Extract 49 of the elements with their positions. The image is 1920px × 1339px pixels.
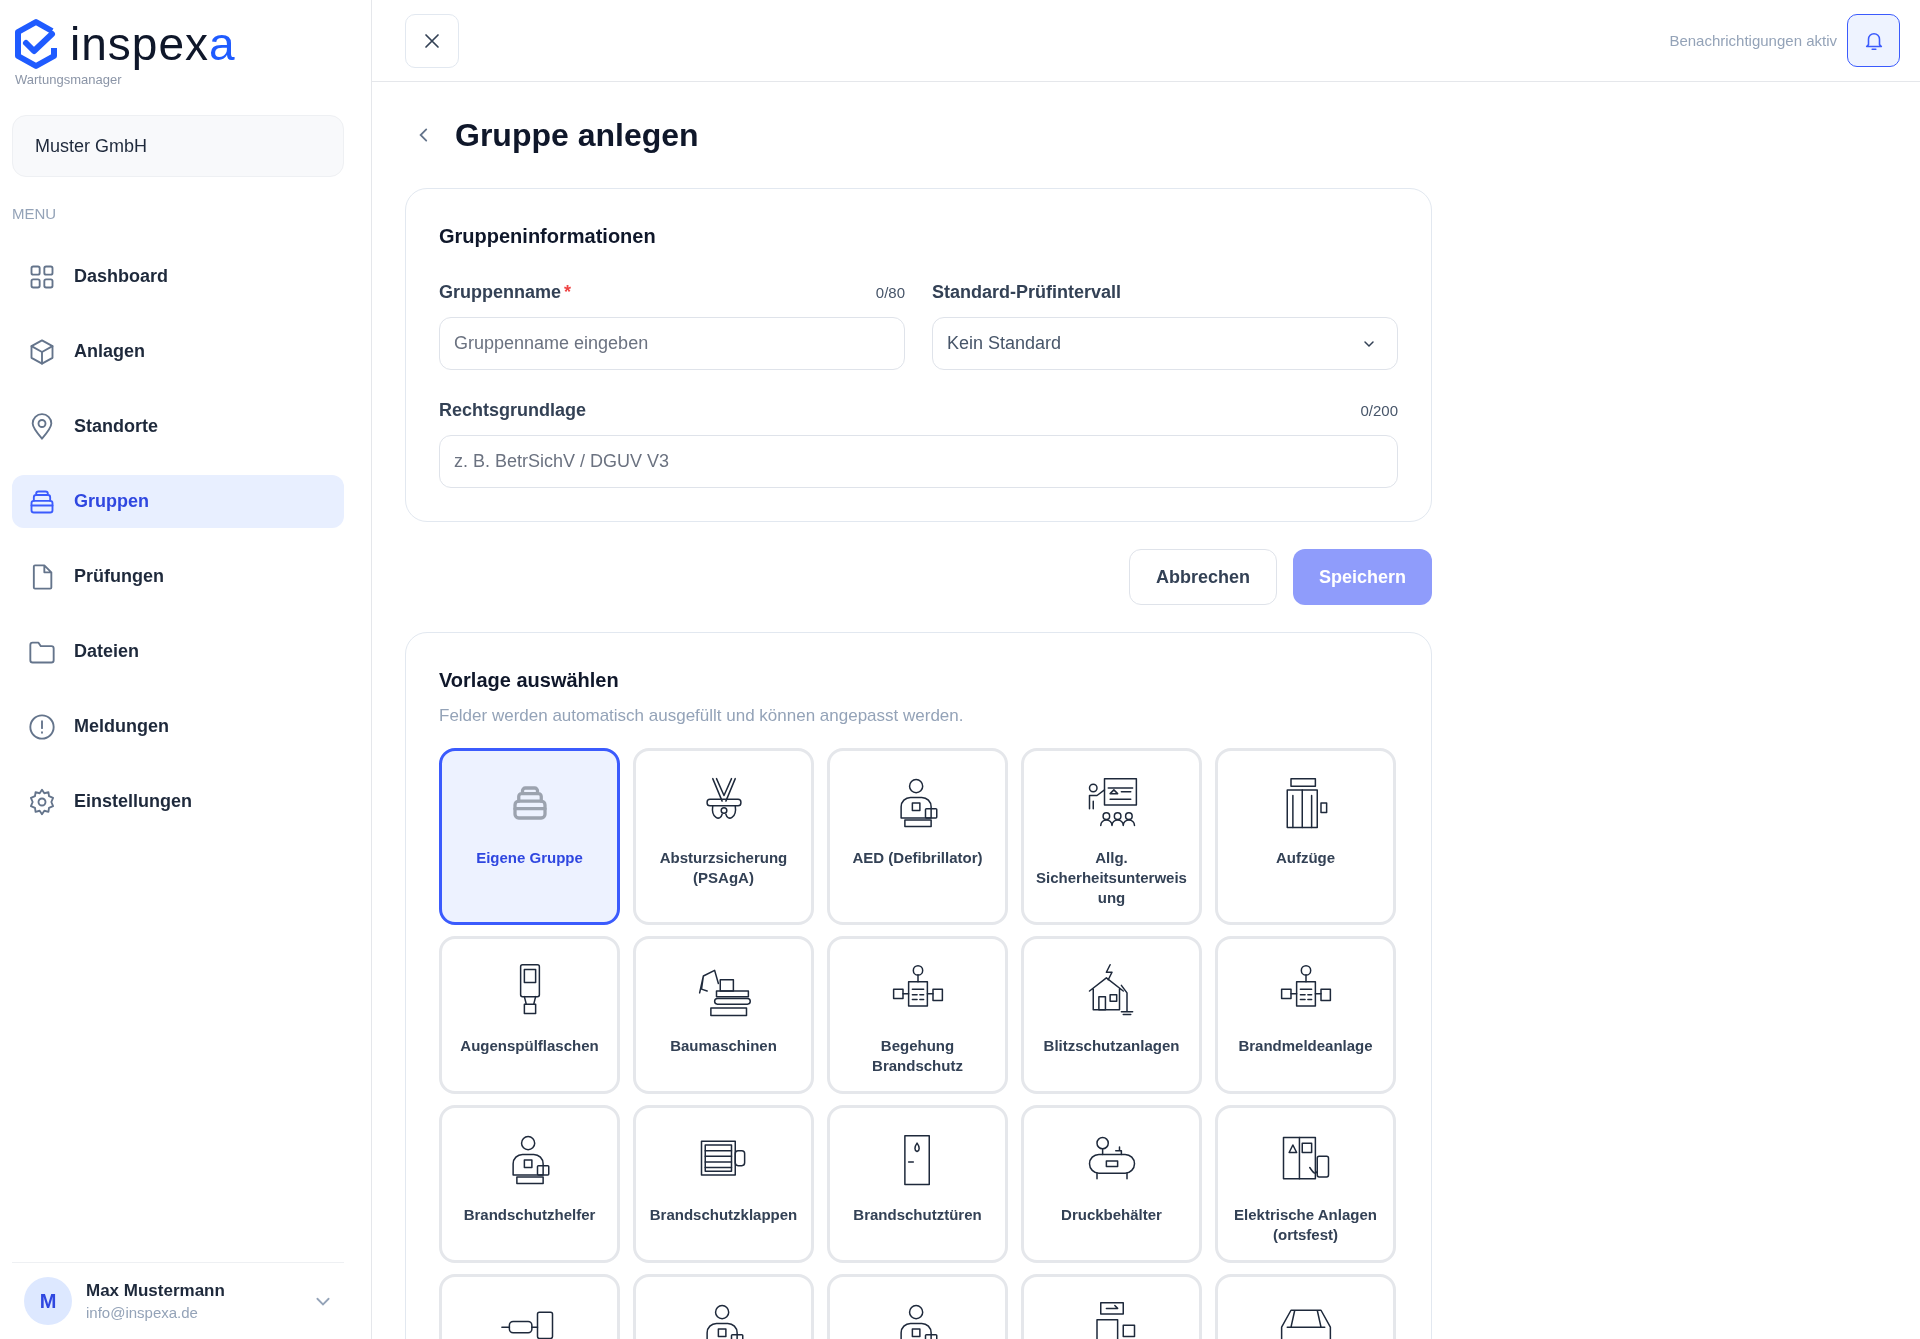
logo-icon bbox=[12, 18, 60, 70]
template-tile[interactable]: Elektrische Anlagen (ortsfest) bbox=[1215, 1105, 1396, 1263]
cube-icon bbox=[28, 337, 56, 366]
template-tile[interactable]: Baumaschinen bbox=[633, 936, 814, 1094]
text-field[interactable]: Gruppenname eingeben bbox=[439, 317, 905, 370]
sidebar-item[interactable]: Dateien bbox=[12, 625, 344, 678]
section-title: Vorlage auswählen bbox=[439, 669, 620, 692]
template-tile[interactable]: Absturzsicherung (PSAgA) bbox=[633, 748, 814, 925]
template-tile[interactable]: Brandmeldeanlage bbox=[1215, 936, 1396, 1094]
sidebar-item[interactable]: Gruppen bbox=[12, 475, 344, 528]
template-tile[interactable]: Druckbehälter bbox=[1021, 1105, 1202, 1263]
page-title: Gruppe anlegen bbox=[455, 116, 699, 154]
close-button[interactable] bbox=[405, 13, 459, 68]
notification-button[interactable] bbox=[1847, 14, 1900, 67]
template-tile[interactable]: Brandschutztüren bbox=[827, 1105, 1008, 1263]
user-avatar: M bbox=[24, 1277, 72, 1325]
text-field[interactable]: z. B. BetrSichV / DGUV V3 bbox=[439, 435, 1398, 488]
template-tile[interactable]: AED (Defibrillator) bbox=[827, 748, 1008, 925]
template-tile[interactable]: Begehung Brandschutz bbox=[827, 936, 1008, 1094]
template-tile[interactable]: Brandschutzhelfer bbox=[439, 1105, 620, 1263]
settings-icon bbox=[28, 787, 56, 816]
section-title: Gruppeninformationen bbox=[439, 225, 657, 248]
field-label: Gruppenname * bbox=[439, 282, 572, 303]
user-name: Max Mustermann bbox=[86, 1281, 226, 1301]
logo-tagline: Wartungsmanager bbox=[15, 72, 123, 87]
character-counter: 0/200 bbox=[1360, 402, 1398, 419]
template-tile[interactable]: Brandschutzklappen bbox=[633, 1105, 814, 1263]
character-counter: 0/80 bbox=[875, 284, 905, 301]
template-tile[interactable]: Aufzüge bbox=[1215, 748, 1396, 925]
cancel-button[interactable]: Abbrechen bbox=[1128, 549, 1277, 605]
field-label: Standard-Prüfintervall bbox=[932, 282, 1122, 303]
section-subtitle: Felder werden automatisch ausgefüllt und können angepasst werden. bbox=[439, 706, 965, 726]
template-tile[interactable]: Blitzschutzanlagen bbox=[1021, 936, 1202, 1094]
select-field[interactable]: Kein Standard bbox=[932, 317, 1398, 370]
sidebar-item[interactable]: Dashboard bbox=[12, 250, 344, 303]
alert-icon bbox=[28, 712, 56, 741]
company-selector[interactable]: Muster GmbH bbox=[12, 115, 344, 177]
sidebar-item[interactable]: Anlagen bbox=[12, 325, 344, 378]
template-tile[interactable]: Eigene Gruppe bbox=[439, 748, 620, 925]
sidebar-item[interactable]: Standorte bbox=[12, 400, 344, 453]
sidebar-item[interactable]: Einstellungen bbox=[12, 775, 344, 828]
user-email: info@inspexa.de bbox=[86, 1304, 199, 1321]
template-tile[interactable]: Augenspülflaschen bbox=[439, 936, 620, 1094]
template-tile[interactable]: Allg. Sicherheitsunterweisung bbox=[1021, 748, 1202, 925]
sidebar-item[interactable]: Prüfungen bbox=[12, 550, 344, 603]
sidebar-item[interactable]: Meldungen bbox=[12, 700, 344, 753]
notification-status: Benachrichtigungen aktiv bbox=[1669, 32, 1837, 49]
menu-heading: MENU bbox=[12, 205, 58, 222]
field-label: Rechtsgrundlage bbox=[439, 400, 587, 421]
